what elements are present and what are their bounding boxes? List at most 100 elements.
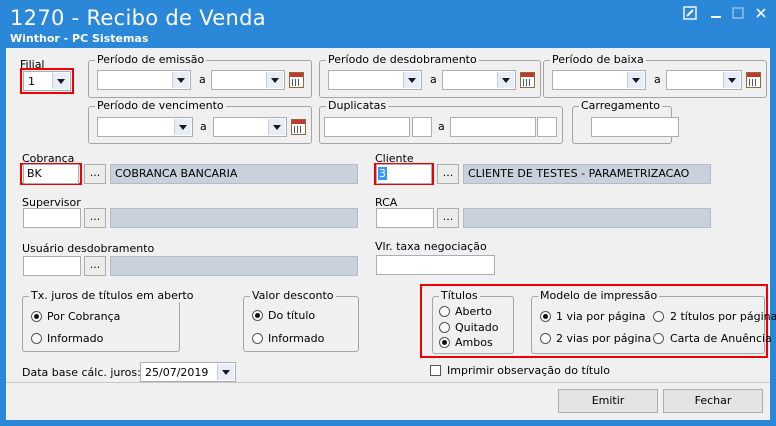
vlr-taxa-label: Vlr. taxa negociação	[375, 240, 487, 253]
duplicatas-start-prest[interactable]	[412, 117, 432, 137]
edit-icon[interactable]	[682, 6, 698, 22]
vlr-taxa-input[interactable]	[376, 255, 495, 275]
periodo-vencimento-group: Período de vencimento a	[88, 99, 312, 144]
bottom-button-bar: Emitir Fechar	[6, 382, 770, 420]
periodo-emissao-a: a	[199, 73, 206, 86]
cliente-code-value: 3	[378, 167, 387, 180]
duplicatas-group: Duplicatas a	[319, 99, 563, 144]
valor-desconto-do-titulo-radio[interactable]	[252, 310, 263, 321]
valor-desconto-group: Valor desconto Do título Informado	[243, 289, 359, 352]
calendar-icon[interactable]	[746, 72, 761, 88]
titulos-quitado-radio[interactable]	[439, 322, 450, 333]
emitir-button-label: Emitir	[591, 394, 625, 407]
titulos-label: Títulos	[439, 289, 480, 302]
duplicatas-end[interactable]	[450, 117, 536, 137]
periodo-emissao-label: Período de emissão	[95, 53, 207, 66]
duplicatas-end-prest[interactable]	[537, 117, 557, 137]
chevron-down-icon[interactable]	[268, 119, 285, 135]
periodo-vencimento-end[interactable]	[213, 117, 287, 137]
chevron-down-icon[interactable]	[627, 72, 644, 88]
calendar-icon[interactable]	[289, 72, 304, 88]
minimize-icon[interactable]	[708, 6, 724, 22]
periodo-emissao-end[interactable]	[211, 70, 285, 90]
titulos-group: Títulos Aberto Quitado Ambos	[432, 289, 514, 354]
rca-search-button[interactable]: ...	[437, 208, 459, 228]
modelo-carta-anuencia-label: Carta de Anuência	[670, 332, 772, 345]
periodo-desdobramento-start[interactable]	[328, 70, 422, 90]
chevron-down-icon[interactable]	[217, 364, 234, 380]
cliente-description: CLIENTE DE TESTES - PARAMETRIZACAO	[463, 164, 711, 184]
filial-value: 1	[28, 75, 35, 88]
imprimir-observacao-checkbox[interactable]	[430, 365, 441, 376]
modelo-2-titulos-radio[interactable]	[653, 311, 664, 322]
periodo-vencimento-a: a	[200, 120, 207, 133]
chevron-down-icon[interactable]	[172, 72, 189, 88]
imprimir-observacao-label: Imprimir observação do título	[447, 364, 610, 377]
valor-desconto-informado-radio[interactable]	[252, 333, 263, 344]
modelo-1-via-label: 1 via por página	[556, 310, 646, 323]
periodo-desdobramento-a: a	[430, 73, 437, 86]
periodo-baixa-end[interactable]	[666, 70, 742, 90]
tx-juros-informado-radio[interactable]	[31, 333, 42, 344]
duplicatas-start[interactable]	[324, 117, 410, 137]
calendar-icon[interactable]	[291, 119, 306, 135]
fechar-button-label: Fechar	[694, 394, 732, 407]
tx-juros-por-cobranca-radio[interactable]	[31, 311, 42, 322]
chevron-down-icon[interactable]	[403, 72, 420, 88]
duplicatas-a: a	[438, 120, 445, 133]
titulos-aberto-label: Aberto	[455, 305, 492, 318]
calendar-icon[interactable]	[520, 72, 535, 88]
periodo-vencimento-start[interactable]	[97, 117, 193, 137]
filial-select[interactable]: 1	[23, 71, 71, 91]
data-base-select[interactable]: 25/07/2019	[140, 362, 236, 382]
periodo-baixa-label: Período de baixa	[550, 53, 646, 66]
supervisor-code-input[interactable]	[23, 208, 81, 228]
chevron-down-icon[interactable]	[497, 72, 514, 88]
carregamento-group: Carregamento	[572, 99, 679, 144]
chevron-down-icon[interactable]	[266, 72, 283, 88]
periodo-desdobramento-group: Período de desdobramento a	[319, 53, 541, 98]
window-title: 1270 - Recibo de Venda	[10, 6, 266, 30]
supervisor-description	[110, 208, 358, 228]
usuario-desdobramento-description	[110, 256, 358, 276]
tx-juros-informado-label: Informado	[47, 332, 104, 345]
chevron-down-icon[interactable]	[174, 119, 191, 135]
modelo-impressao-label: Modelo de impressão	[538, 289, 660, 302]
periodo-vencimento-label: Período de vencimento	[95, 99, 226, 112]
periodo-emissao-group: Período de emissão a	[88, 53, 312, 98]
usuario-desdobramento-search-button[interactable]: ...	[84, 256, 106, 276]
cliente-search-button[interactable]: ...	[437, 164, 459, 184]
carregamento-input[interactable]	[591, 117, 679, 137]
supervisor-search-button[interactable]: ...	[84, 208, 106, 228]
titulos-ambos-radio[interactable]	[439, 337, 450, 348]
cliente-code-input[interactable]: 3	[376, 164, 432, 184]
close-icon[interactable]	[753, 6, 769, 22]
maximize-icon[interactable]	[730, 6, 746, 22]
chevron-down-icon[interactable]	[52, 73, 69, 89]
cobranca-code-input[interactable]: BK	[23, 164, 79, 184]
fechar-button[interactable]: Fechar	[663, 389, 763, 413]
periodo-desdobramento-end[interactable]	[442, 70, 516, 90]
tx-juros-label: Tx. juros de títulos em aberto	[29, 289, 196, 302]
periodo-desdobramento-label: Período de desdobramento	[326, 53, 479, 66]
tx-juros-por-cobranca-label: Por Cobrança	[47, 310, 121, 323]
modelo-carta-anuencia-radio[interactable]	[653, 333, 664, 344]
valor-desconto-do-titulo-label: Do título	[268, 309, 316, 322]
titulos-ambos-label: Ambos	[455, 336, 493, 349]
rca-code-input[interactable]	[376, 208, 434, 228]
valor-desconto-informado-label: Informado	[268, 332, 325, 345]
modelo-1-via-radio[interactable]	[540, 311, 551, 322]
emitir-button[interactable]: Emitir	[558, 389, 658, 413]
modelo-2-vias-label: 2 vias por página	[556, 332, 652, 345]
tx-juros-group: Tx. juros de títulos em aberto Por Cobra…	[22, 289, 196, 352]
cobranca-search-button[interactable]: ...	[84, 164, 106, 184]
periodo-baixa-start[interactable]	[552, 70, 646, 90]
usuario-desdobramento-input[interactable]	[23, 256, 81, 276]
modelo-2-vias-radio[interactable]	[540, 333, 551, 344]
chevron-down-icon[interactable]	[723, 72, 740, 88]
cobranca-description: COBRANCA BANCARIA	[110, 164, 358, 184]
duplicatas-label: Duplicatas	[326, 99, 389, 112]
titulos-aberto-radio[interactable]	[439, 306, 450, 317]
periodo-emissao-start[interactable]	[97, 70, 191, 90]
rca-description	[463, 208, 711, 228]
